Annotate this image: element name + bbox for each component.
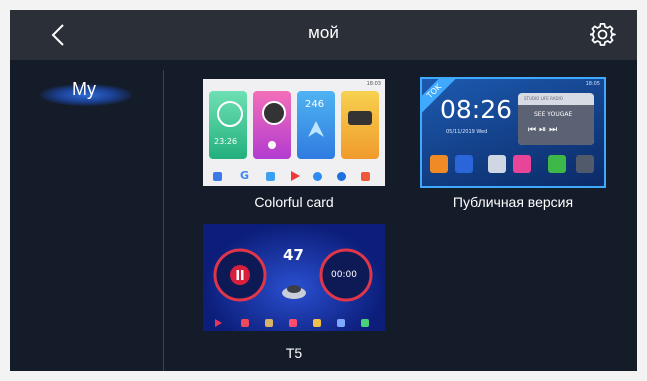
preview-temp: 246 [305, 99, 325, 110]
preview-gauge-time: 00:00 [331, 270, 357, 280]
theme-preview-public: TOK 18:05 08:26 05/11/2019 Wed STUDIO LI… [422, 79, 604, 186]
sidebar-item-label: My [72, 79, 96, 99]
player-station: STUDIO LIFE RADIO [524, 96, 563, 101]
page-title: мой [308, 23, 339, 42]
theme-preview-t5: 47 00:00 [203, 224, 385, 331]
preview-dock [430, 155, 600, 177]
preview-left-gauge [213, 248, 267, 302]
gear-icon[interactable] [590, 22, 616, 48]
preview-speed: 47 [283, 246, 304, 264]
preview-date: 05/11/2019 Wed [446, 129, 488, 135]
player-title: SEE YOUGAE [534, 111, 573, 118]
preview-card-green: 23:26 [209, 91, 247, 159]
theme-name: Colorful card [254, 194, 334, 210]
theme-name: T5 [285, 345, 303, 361]
theme-preview-colorful: 18:03 23:26 246 G [203, 79, 385, 186]
preview-card-yellow [341, 91, 379, 159]
sidebar-divider [163, 70, 164, 371]
top-bar: мой [10, 10, 637, 60]
preview-clock: 23:26 [214, 137, 238, 146]
preview-card-pink [253, 91, 291, 159]
preview-car-icon [282, 285, 306, 299]
theme-card-public[interactable]: TOK 18:05 08:26 05/11/2019 Wed STUDIO LI… [422, 79, 604, 219]
preview-status-time: 18:05 [585, 81, 600, 87]
sidebar-item-my[interactable]: My [22, 74, 146, 106]
theme-card-t5[interactable]: 47 00:00 T5 [203, 224, 385, 364]
app-window: мой My 18:03 23:26 246 G Colorful card T… [10, 10, 637, 371]
preview-clock: 08:26 [440, 95, 513, 124]
preview-player: STUDIO LIFE RADIO SEE YOUGAE ⏮ ⏯ ⏭ [518, 93, 594, 145]
theme-card-colorful[interactable]: 18:03 23:26 246 G Colorful card [203, 79, 385, 219]
preview-dock: G [203, 167, 385, 186]
theme-name: Публичная версия [452, 194, 574, 210]
preview-dock [203, 316, 385, 331]
preview-card-blue: 246 [297, 91, 335, 159]
preview-status-time: 18:03 [366, 81, 381, 87]
